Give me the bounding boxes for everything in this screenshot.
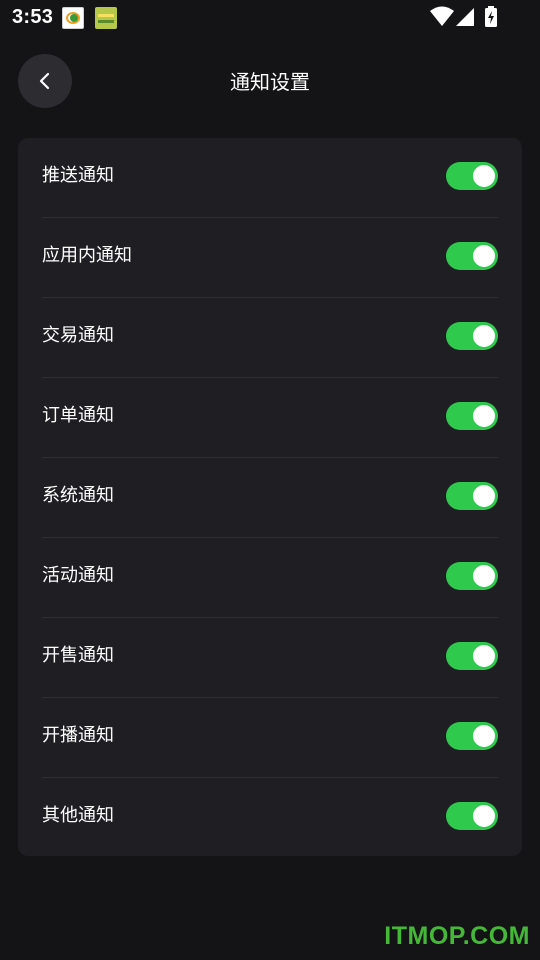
toggle-knob (473, 165, 495, 187)
setting-row-sale: 开售通知 (42, 618, 498, 698)
setting-row-trade: 交易通知 (42, 298, 498, 378)
setting-row-system: 系统通知 (42, 458, 498, 538)
wifi-icon (430, 6, 474, 26)
toggle-knob (473, 405, 495, 427)
in-app-notification-toggle[interactable] (446, 242, 498, 270)
toggle-knob (473, 725, 495, 747)
system-notification-toggle[interactable] (446, 482, 498, 510)
setting-row-push: 推送通知 (42, 138, 498, 218)
toggle-knob (473, 565, 495, 587)
push-notification-toggle[interactable] (446, 162, 498, 190)
trade-notification-toggle[interactable] (446, 322, 498, 350)
toggle-knob (473, 325, 495, 347)
setting-row-live: 开播通知 (42, 698, 498, 778)
setting-label: 其他通知 (42, 805, 114, 826)
setting-row-order: 订单通知 (42, 378, 498, 458)
watermark: ITMOP.COM (384, 922, 530, 950)
activity-notification-toggle[interactable] (446, 562, 498, 590)
order-notification-toggle[interactable] (446, 402, 498, 430)
setting-label: 应用内通知 (42, 245, 132, 266)
toggle-knob (473, 645, 495, 667)
toggle-knob (473, 805, 495, 827)
toggle-knob (473, 245, 495, 267)
setting-label: 订单通知 (42, 405, 114, 426)
setting-label: 交易通知 (42, 325, 114, 346)
setting-label: 推送通知 (42, 165, 114, 186)
sale-notification-toggle[interactable] (446, 642, 498, 670)
setting-label: 开售通知 (42, 645, 114, 666)
setting-label: 活动通知 (42, 565, 114, 586)
settings-card: 推送通知 应用内通知 交易通知 订单通知 系统通知 活动通知 开售通知 开播通知 (18, 138, 522, 856)
other-notification-toggle[interactable] (446, 802, 498, 830)
setting-row-activity: 活动通知 (42, 538, 498, 618)
setting-row-other: 其他通知 (42, 778, 498, 858)
toggle-knob (473, 485, 495, 507)
live-notification-toggle[interactable] (446, 722, 498, 750)
status-bar: 3:53 (0, 0, 540, 36)
setting-row-in-app: 应用内通知 (42, 218, 498, 298)
page-title: 通知设置 (230, 70, 310, 94)
setting-label: 系统通知 (42, 485, 114, 506)
setting-label: 开播通知 (42, 725, 114, 746)
battery-charging-icon (485, 6, 497, 27)
